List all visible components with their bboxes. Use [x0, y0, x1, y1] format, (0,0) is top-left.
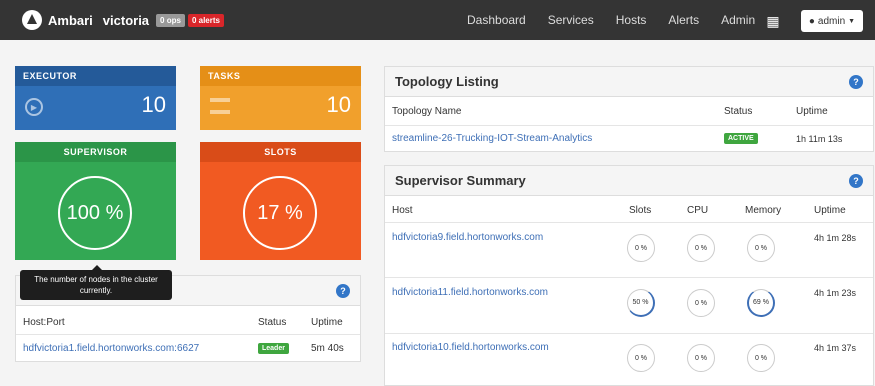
topology-col-uptime: Uptime: [796, 106, 828, 117]
topology-name-link[interactable]: streamline-26-Trucking-IOT-Stream-Analyt…: [392, 133, 592, 144]
slots-value: 17 %: [257, 201, 303, 224]
supervisor-value: 100 %: [66, 201, 124, 224]
slots-gauge: 0 %: [627, 344, 655, 372]
supervisor-summary-header: Supervisor Summary ?: [385, 166, 873, 196]
summary-host-link[interactable]: hdfvictoria10.field.hortonworks.com: [392, 342, 549, 353]
tooltip: The number of nodes in the cluster curre…: [20, 265, 172, 300]
summary-uptime: 4h 1m 37s: [814, 343, 857, 353]
nav-services[interactable]: Services: [548, 13, 594, 27]
supervisor-label: SUPERVISOR: [15, 142, 176, 162]
status-badge: Leader: [258, 343, 289, 354]
tasks-label: TASKS: [200, 66, 361, 86]
info-icon[interactable]: ?: [336, 284, 350, 298]
summary-host-link[interactable]: hdfvictoria9.field.hortonworks.com: [392, 232, 543, 243]
slots-ring: 17 %: [243, 176, 317, 250]
nimbus-uptime: 5m 40s: [311, 343, 344, 354]
summary-uptime: 4h 1m 23s: [814, 288, 857, 298]
nav-hosts[interactable]: Hosts: [616, 13, 647, 27]
summary-col-slots: Slots: [629, 205, 652, 216]
cpu-gauge: 0 %: [687, 234, 715, 262]
summary-col-host: Host: [392, 205, 413, 216]
executor-value: 10: [141, 92, 166, 117]
summary-col-memory: Memory: [745, 205, 782, 216]
supervisor-ring: 100 %: [58, 176, 132, 250]
summary-col-uptime: Uptime: [814, 205, 846, 216]
nimbus-col-host: Host:Port: [23, 317, 65, 328]
cluster-name: victoria: [102, 12, 150, 28]
memory-gauge: 69 %: [747, 289, 775, 317]
nimbus-host-link[interactable]: hdfvictoria1.field.hortonworks.com:6627: [23, 343, 199, 354]
caret-down-icon: ▼: [848, 17, 856, 25]
ambari-logo-icon: [22, 10, 42, 30]
play-circle-icon: ▶: [25, 98, 43, 116]
supervisor-tile: SUPERVISOR 100 %: [15, 142, 176, 260]
user-button-label: admin: [817, 15, 846, 27]
summary-host-link[interactable]: hdfvictoria11.field.hortonworks.com: [392, 287, 548, 298]
tasks-tile: TASKS 10: [200, 66, 361, 130]
topology-col-name: Topology Name: [392, 106, 462, 117]
memory-gauge: 0 %: [747, 344, 775, 372]
tasks-value: 10: [326, 92, 351, 117]
status-badge: ACTIVE: [724, 133, 758, 144]
topology-title: Topology Listing: [395, 74, 499, 89]
nav-dashboard[interactable]: Dashboard: [467, 13, 526, 27]
grid-icon[interactable]: ▦: [760, 8, 786, 34]
cpu-gauge: 0 %: [687, 289, 715, 317]
nav-alerts[interactable]: Alerts: [668, 13, 699, 27]
topology-col-status: Status: [724, 106, 753, 117]
slots-tile: SLOTS 17 %: [200, 142, 361, 260]
top-navbar: Ambari victoria 0 ops 0 alerts Dashboard…: [0, 0, 875, 40]
nimbus-col-uptime: Uptime: [311, 317, 343, 328]
memory-gauge: 0 %: [747, 234, 775, 262]
info-icon[interactable]: ?: [849, 75, 863, 89]
topology-uptime: 1h 11m 13s: [796, 134, 843, 144]
summary-uptime: 4h 1m 28s: [814, 233, 857, 243]
brand-name: Ambari: [48, 12, 93, 28]
nav-links: Dashboard Services Hosts Alerts Admin: [467, 0, 777, 40]
alerts-badge[interactable]: 0 alerts: [187, 13, 224, 27]
user-icon: ●: [808, 15, 815, 27]
tasks-list-icon: [210, 98, 230, 114]
user-menu-button[interactable]: ● admin ▼: [801, 10, 863, 32]
supervisor-summary-title: Supervisor Summary: [395, 173, 526, 188]
slots-gauge: 50 %: [627, 289, 655, 317]
ops-badge[interactable]: 0 ops: [156, 13, 185, 27]
cpu-gauge: 0 %: [687, 344, 715, 372]
nav-admin[interactable]: Admin: [721, 13, 755, 27]
topology-listing-panel: Topology Listing ? Topology Name Status …: [384, 66, 874, 152]
executor-tile: EXECUTOR ▶ 10: [15, 66, 176, 130]
nimbus-col-status: Status: [258, 317, 287, 328]
slots-label: SLOTS: [200, 142, 361, 162]
slots-gauge: 0 %: [627, 234, 655, 262]
topology-panel-header: Topology Listing ?: [385, 67, 873, 97]
summary-col-cpu: CPU: [687, 205, 709, 216]
info-icon[interactable]: ?: [849, 174, 863, 188]
supervisor-summary-panel: Supervisor Summary ? Host Slots CPU Memo…: [384, 165, 874, 386]
brand[interactable]: Ambari victoria 0 ops 0 alerts: [22, 10, 224, 30]
executor-label: EXECUTOR: [15, 66, 176, 86]
